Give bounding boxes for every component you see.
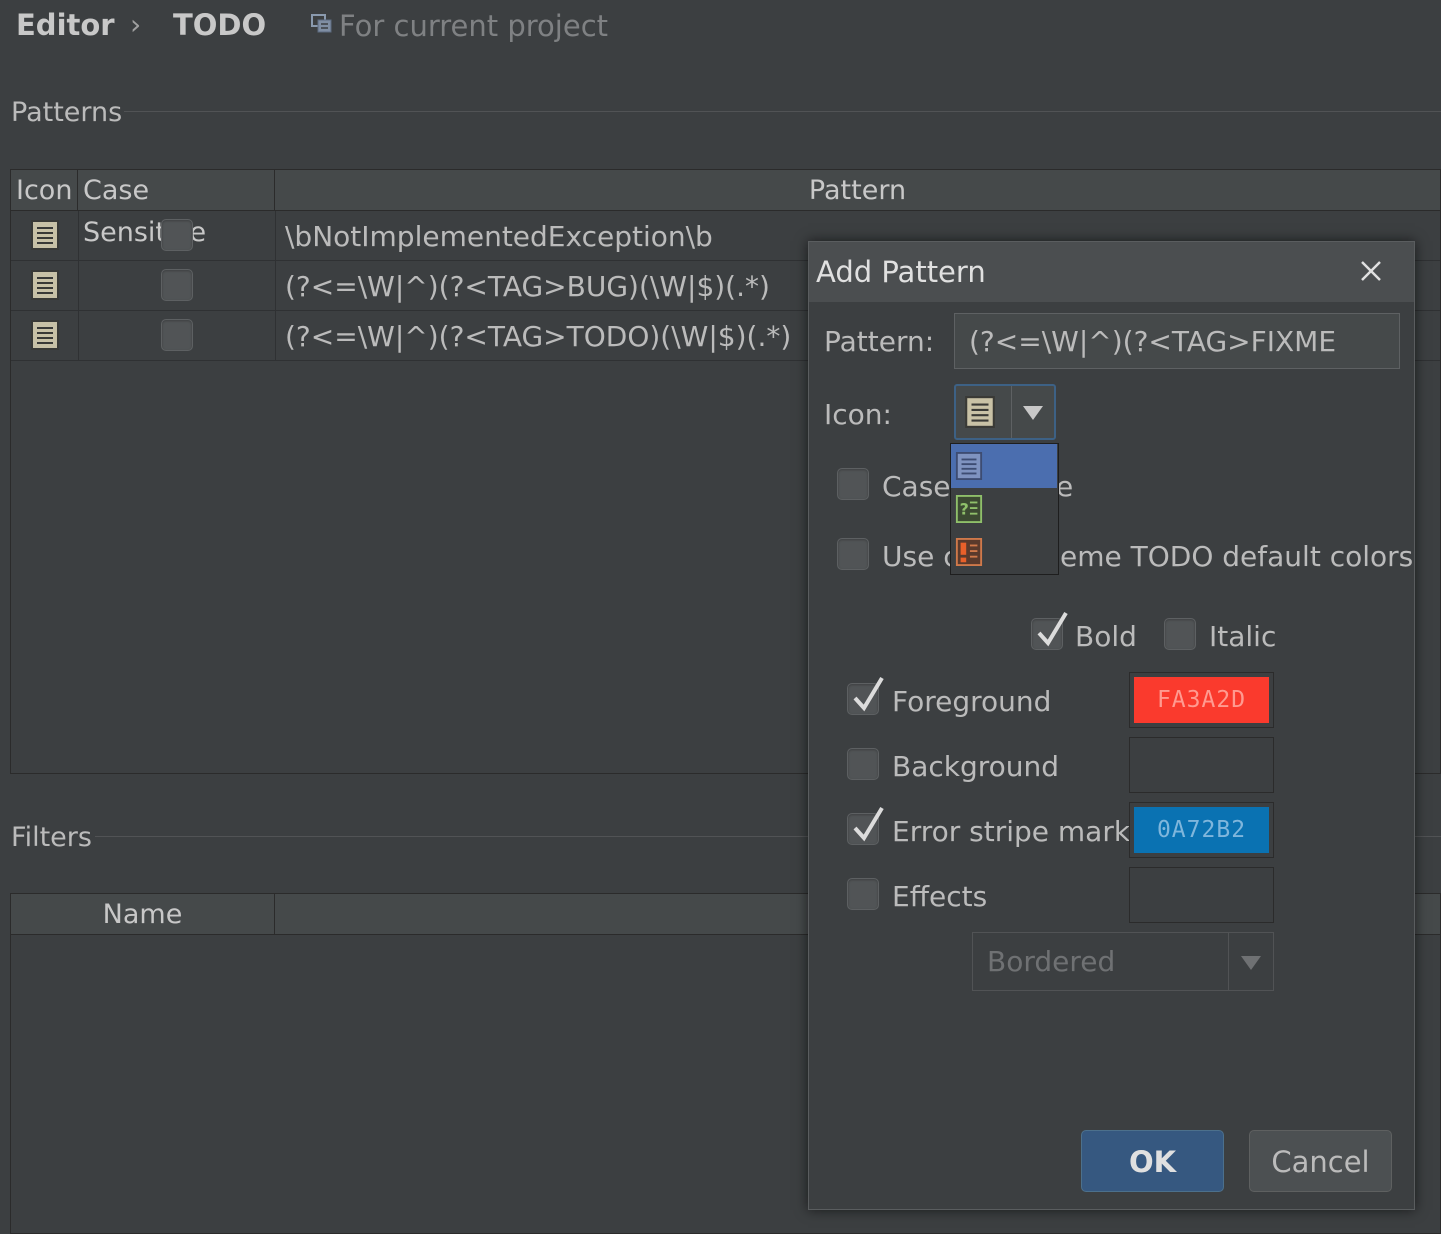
effects-type-value: Bordered (987, 945, 1116, 978)
filters-section-title: Filters (11, 822, 92, 853)
error-stripe-color-swatch[interactable]: 0A72B2 (1129, 802, 1274, 858)
pattern-cell: \bNotImplementedException\b (285, 220, 713, 253)
case-sensitive-label: Case (882, 470, 951, 503)
effects-checkbox[interactable] (847, 878, 879, 910)
breadcrumb-todo: TODO (173, 8, 267, 42)
icon-label: Icon: (824, 398, 892, 431)
icon-combobox[interactable] (954, 384, 1056, 440)
chevron-down-icon (1241, 956, 1261, 970)
column-header-case-sensitive[interactable]: Case Sensitive (78, 170, 275, 248)
pattern-cell: (?<=\W|^)(?<TAG>BUG)(\W|$)(.*) (285, 270, 770, 303)
italic-checkbox[interactable] (1164, 618, 1196, 650)
case-sensitive-checkbox[interactable] (161, 319, 193, 351)
add-pattern-dialog: Add Pattern Pattern: (?<=\W|^)(?<TAG>FIX… (808, 241, 1415, 1210)
exclamation-note-icon[interactable] (955, 537, 983, 567)
error-stripe-label: Error stripe mark (892, 815, 1131, 848)
svg-text:?: ? (960, 500, 969, 519)
pattern-input[interactable]: (?<=\W|^)(?<TAG>FIXME (954, 313, 1400, 369)
effects-type-combobox[interactable]: Bordered (972, 932, 1274, 991)
project-scope-icon (311, 14, 332, 33)
background-label: Background (892, 750, 1060, 783)
ok-button[interactable]: OK (1081, 1130, 1224, 1192)
breadcrumb-editor[interactable]: Editor (16, 8, 115, 42)
use-scheme-colors-label-tail: eme TODO default colors (1060, 540, 1414, 573)
check-icon (853, 806, 884, 842)
patterns-section-title: Patterns (11, 97, 123, 128)
bold-label: Bold (1075, 620, 1137, 653)
foreground-label: Foreground (892, 685, 1052, 718)
use-scheme-colors-label: Use c (882, 540, 959, 573)
scope-label: For current project (339, 9, 609, 43)
column-header-name[interactable]: Name (11, 894, 275, 934)
foreground-checkbox[interactable] (847, 676, 884, 715)
effects-label: Effects (892, 880, 988, 913)
error-stripe-checkbox[interactable] (847, 806, 884, 845)
dialog-title: Add Pattern (816, 255, 986, 289)
foreground-color-value: FA3A2D (1134, 677, 1269, 723)
patterns-divider (124, 111, 1441, 112)
background-color-swatch[interactable] (1129, 737, 1274, 793)
breadcrumb-separator-icon: › (130, 8, 142, 41)
use-scheme-colors-checkbox[interactable] (837, 538, 869, 570)
patterns-table-header: Icon Case Sensitive Pattern (11, 170, 1440, 248)
check-icon (853, 676, 884, 712)
todo-note-icon (31, 220, 59, 250)
question-note-icon[interactable]: ? (955, 494, 983, 524)
todo-note-icon[interactable] (955, 451, 983, 481)
italic-label: Italic (1209, 620, 1277, 653)
pattern-label: Pattern: (824, 325, 935, 358)
foreground-color-swatch[interactable]: FA3A2D (1129, 672, 1274, 728)
check-icon (1037, 611, 1068, 647)
case-sensitive-checkbox[interactable] (837, 468, 869, 500)
cancel-button[interactable]: Cancel (1249, 1130, 1392, 1192)
chevron-down-icon (1023, 406, 1043, 420)
dialog-title-bar[interactable]: Add Pattern (809, 242, 1414, 302)
case-sensitive-checkbox[interactable] (161, 219, 193, 251)
todo-note-icon (31, 320, 59, 350)
icon-dropdown-popup[interactable]: ? (950, 443, 1059, 575)
todo-note-icon (965, 396, 995, 428)
pattern-cell: (?<=\W|^)(?<TAG>TODO)(\W|$)(.*) (285, 320, 792, 353)
case-sensitive-checkbox[interactable] (161, 269, 193, 301)
error-stripe-color-value: 0A72B2 (1134, 807, 1269, 853)
column-header-pattern[interactable]: Pattern (275, 170, 1440, 210)
background-checkbox[interactable] (847, 748, 879, 780)
effects-color-swatch[interactable] (1129, 867, 1274, 923)
bold-checkbox[interactable] (1031, 611, 1068, 650)
column-header-icon[interactable]: Icon (11, 170, 78, 210)
todo-note-icon (31, 270, 59, 300)
close-icon[interactable] (1358, 258, 1384, 284)
